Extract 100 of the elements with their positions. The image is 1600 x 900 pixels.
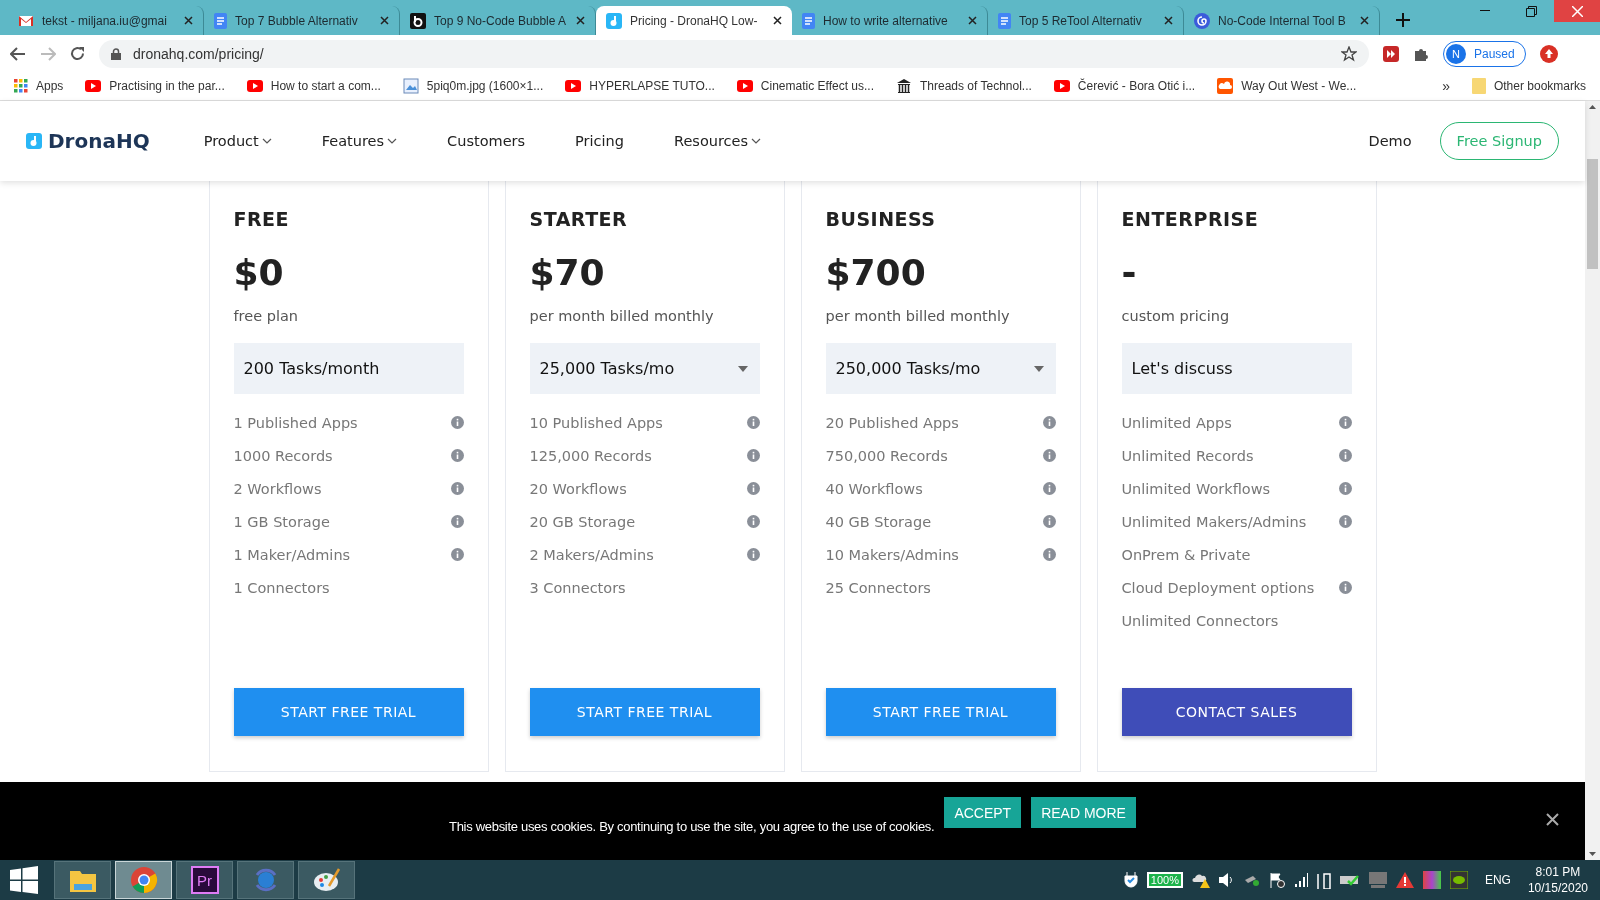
feature-text: Cloud Deployment options [1121,579,1315,596]
nav-link[interactable]: Product [203,133,272,149]
star-icon [1341,45,1357,62]
bookmark[interactable]: Cinematic Effect us... [736,79,874,93]
info-icon [450,548,464,561]
play-logo-icon [736,80,753,92]
plus-icon [1396,13,1410,27]
nav-link[interactable]: Customers [447,133,526,149]
plan-name: ENTERPRISE [1121,207,1260,232]
scroll-down-icon [1589,852,1596,856]
bookmark[interactable]: How to start a com... [246,79,381,93]
monitor-icon [1368,872,1387,888]
info-icon [1042,449,1056,462]
folder-icon [1471,78,1486,94]
feature-text: 20 Workflows [529,480,627,497]
update-icon [1539,44,1558,63]
speaker-icon [1218,873,1235,887]
nav-link[interactable]: Resources [674,133,762,149]
close-icon [576,16,585,25]
feature-text: 3 Connectors [529,579,626,596]
feature-text: 1 GB Storage [233,513,330,530]
info-icon [1338,416,1352,429]
taskbar-app[interactable] [298,861,355,899]
site-logo[interactable]: DronaHQ [26,129,150,153]
cloud-logo-icon [1217,78,1234,94]
feature-text: 1000 Records [233,447,333,464]
tasks-field: 200 Tasks/month [233,343,464,394]
tasks-field: Let's discuss [1121,343,1352,394]
info-icon [1338,449,1352,462]
tasks-select[interactable]: 25,000 Tasks/mo [529,343,760,394]
nav-link[interactable]: Pricing [575,133,624,149]
cloud-warning-icon [1191,872,1210,888]
bookmark[interactable]: Threads of Technol... [896,78,1032,94]
usb-drive-icon [1243,874,1260,886]
caret-icon [1033,365,1044,372]
clock[interactable]: 8:01 PM 10/15/2020 [1527,865,1588,895]
feature-text: 125,000 Records [529,447,652,464]
browser-tab[interactable]: Pricing - DronaHQ Low- [596,6,792,35]
feature-text: 20 Published Apps [825,414,959,431]
info-icon [1042,482,1056,495]
back-arrow-icon [10,46,26,61]
chrome-icon [129,866,158,894]
info-icon [450,449,464,462]
info-icon [1338,515,1352,528]
plan-note: per month billed monthly [529,307,715,326]
close-icon [1360,16,1369,25]
bookmark[interactable]: HYPERLAPSE TUTO... [565,79,715,93]
bookmark[interactable]: Apps [14,79,64,93]
plan-name: STARTER [529,207,629,232]
info-icon [746,482,760,495]
address-bar[interactable]: dronahq.com/pricing/ [99,39,1369,68]
bookmark-folder[interactable]: Other bookmarks [1471,78,1586,94]
url-text: dronahq.com/pricing/ [133,45,265,62]
bookmark[interactable]: 5piq0m.jpg (1600×1... [402,78,544,94]
nav-link[interactable]: Demo [1368,133,1412,149]
bookmark[interactable]: Čerević - Bora Otić i... [1053,79,1196,93]
tasks-select[interactable]: 250,000 Tasks/mo [825,343,1056,394]
info-icon [1042,416,1056,429]
bookmark[interactable]: Practising in the par... [85,79,225,93]
nav-link[interactable]: Features [321,133,398,149]
plan-price: $0 [233,251,285,295]
caret-icon [737,365,748,372]
windows-start-icon [10,866,38,894]
contact-sales-button[interactable]: CONTACT SALES [1121,688,1352,736]
reload-icon [70,46,85,61]
feature-text: Unlimited Makers/Admins [1121,513,1307,530]
feature-text: 20 GB Storage [529,513,636,530]
info-icon [1338,581,1352,594]
drive-check-icon [1339,873,1360,887]
feature-text: 40 Workflows [825,480,923,497]
document-icon [214,12,227,29]
taskbar-app[interactable]: Pr [176,861,233,899]
more-bookmarks-chevron[interactable]: » [1442,78,1450,94]
play-logo-icon [565,80,582,92]
play-logo-icon [246,80,263,92]
info-icon [450,482,464,495]
scroll-thumb[interactable] [1587,159,1598,269]
close-icon [773,16,782,25]
premiere-app-icon: Pr [190,866,219,894]
info-icon [1042,548,1056,561]
feature-text: 2 Workflows [233,480,322,497]
info-icon [746,548,760,561]
bookmark[interactable]: Way Out West - We... [1217,78,1357,94]
bubble-logo-icon [410,12,426,29]
info-icon [1338,482,1352,495]
info-icon [746,449,760,462]
plan-name: BUSINESS [825,207,937,232]
feature-text: 750,000 Records [825,447,948,464]
taskbar-app[interactable] [54,861,111,899]
palette-icon [312,866,341,894]
close-icon [968,16,977,25]
chevron-down-icon [261,138,272,144]
feature-text: 1 Published Apps [233,414,358,431]
scrollbar[interactable] [1585,101,1600,860]
language-indicator[interactable]: ENG [1484,873,1511,887]
close-icon [1571,5,1583,17]
info-icon [746,515,760,528]
feature-text: 1 Connectors [233,579,330,596]
close-icon [380,16,389,25]
plan-note: per month billed monthly [825,307,1011,326]
